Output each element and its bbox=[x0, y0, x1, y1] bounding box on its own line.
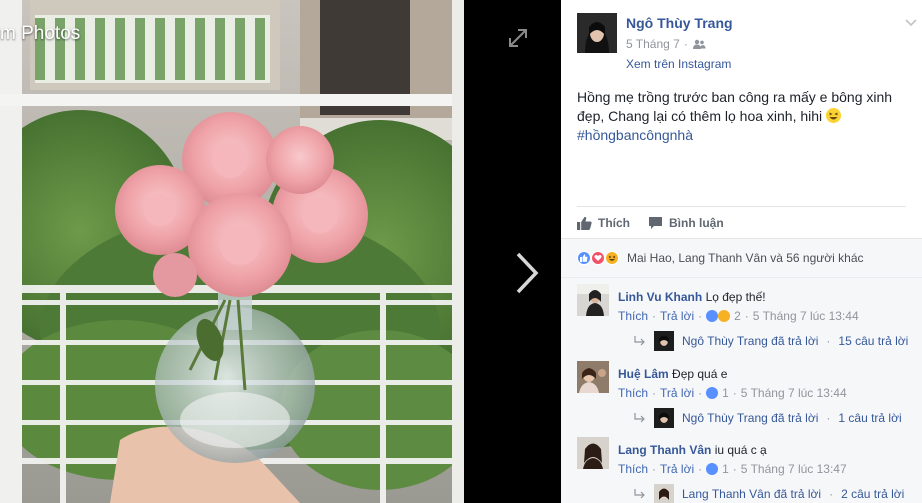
comment-button[interactable]: Bình luận bbox=[648, 216, 724, 230]
post-options-chevron-icon[interactable] bbox=[904, 17, 918, 29]
meta-separator: · bbox=[732, 386, 737, 400]
commenter-name[interactable]: Lang Thanh Vân bbox=[618, 443, 711, 457]
comment-meta: Thích · Trả lời · 1 · 5 Tháng 7 lúc 13:4… bbox=[618, 386, 847, 400]
comment-icon bbox=[649, 216, 662, 229]
reaction-count[interactable]: 1 bbox=[722, 462, 729, 476]
meta-separator: · bbox=[732, 462, 737, 476]
post-actions: Thích Bình luận bbox=[577, 206, 906, 236]
post-header: Ngô Thùy Trang 5 Tháng 7 · Xem trên Inst… bbox=[577, 13, 917, 73]
meta-separator: · bbox=[652, 309, 657, 323]
comment-line: Lang Thanh Vân iu quá c ạ bbox=[618, 443, 767, 457]
replier-avatar bbox=[654, 331, 674, 351]
expand-icon[interactable] bbox=[507, 27, 529, 49]
reactors-text[interactable]: Mai Hao, Lang Thanh Vân và 56 người khác bbox=[627, 251, 864, 265]
comment-time[interactable]: 5 Tháng 7 lúc 13:44 bbox=[741, 386, 847, 400]
reply-count[interactable]: 1 câu trả lời bbox=[838, 411, 901, 425]
like-label: Thích bbox=[598, 215, 630, 230]
album-title[interactable]: m Photos bbox=[0, 23, 80, 45]
comment-meta: Thích · Trả lời · 1 · 5 Tháng 7 lúc 13:4… bbox=[618, 462, 847, 476]
comments-list: Linh Vu Khanh Lọ đẹp thế! Thích · Trả lờ… bbox=[561, 278, 922, 503]
commenter-name[interactable]: Linh Vu Khanh bbox=[618, 290, 702, 304]
comment-meta: Thích · Trả lời · 2 · 5 Tháng 7 lúc 13:4… bbox=[618, 309, 859, 323]
meta-separator: · bbox=[744, 309, 749, 323]
author-name[interactable]: Ngô Thùy Trang bbox=[626, 15, 733, 31]
next-photo-button[interactable] bbox=[512, 250, 542, 296]
post-meta: 5 Tháng 7 · bbox=[626, 37, 706, 51]
meta-separator: · bbox=[698, 462, 703, 476]
comment-text: Đẹp quá e bbox=[672, 367, 728, 381]
chevron-right-icon bbox=[516, 252, 539, 294]
post-message: Hồng mẹ trồng trước ban công ra mấy e bô… bbox=[577, 89, 893, 124]
haha-reaction-icon bbox=[605, 251, 619, 265]
post-text: Hồng mẹ trồng trước ban công ra mấy e bô… bbox=[577, 88, 897, 145]
reply-arrow-icon bbox=[634, 489, 645, 499]
comment-line: Huệ Lâm Đẹp quá e bbox=[618, 367, 727, 381]
comment-line: Linh Vu Khanh Lọ đẹp thế! bbox=[618, 290, 766, 304]
comment-reply-link[interactable]: Trả lời bbox=[660, 309, 694, 323]
comment-like-link[interactable]: Thích bbox=[618, 309, 648, 323]
meta-separator: · bbox=[652, 386, 657, 400]
comment-text: iu quá c ạ bbox=[714, 443, 767, 457]
commenter-avatar[interactable] bbox=[577, 284, 609, 316]
replier-avatar bbox=[654, 408, 674, 428]
comment-time[interactable]: 5 Tháng 7 lúc 13:47 bbox=[741, 462, 847, 476]
meta-separator: · bbox=[829, 487, 834, 501]
reaction-count[interactable]: 2 bbox=[734, 309, 741, 323]
grinning-emoji-icon bbox=[826, 108, 842, 123]
comment-label: Bình luận bbox=[669, 215, 724, 230]
reply-arrow-icon bbox=[634, 336, 645, 346]
replier-avatar bbox=[654, 484, 674, 503]
replies-link[interactable]: Ngô Thùy Trang đã trả lời · 15 câu trả l… bbox=[634, 331, 908, 351]
photo-stage: m Photos bbox=[0, 0, 561, 503]
meta-separator: · bbox=[826, 334, 831, 348]
replies-link[interactable]: Ngô Thùy Trang đã trả lời · 1 câu trả lờ… bbox=[634, 408, 902, 428]
comment-text: Lọ đẹp thế! bbox=[705, 290, 766, 304]
reply-by-text[interactable]: Lang Thanh Vân đã trả lời bbox=[682, 487, 821, 501]
post-sidebar: Ngô Thùy Trang 5 Tháng 7 · Xem trên Inst… bbox=[561, 0, 922, 503]
like-reaction-icon bbox=[706, 310, 719, 322]
reaction-count[interactable]: 1 bbox=[722, 386, 729, 400]
meta-separator: · bbox=[698, 309, 703, 323]
comment-time[interactable]: 5 Tháng 7 lúc 13:44 bbox=[753, 309, 859, 323]
replies-link[interactable]: Lang Thanh Vân đã trả lời · 2 câu trả lờ… bbox=[634, 484, 904, 503]
like-reaction-icon bbox=[706, 463, 719, 475]
comment-reply-link[interactable]: Trả lời bbox=[660, 386, 694, 400]
post-photo[interactable] bbox=[0, 0, 464, 503]
love-reaction-icon bbox=[591, 251, 605, 265]
reply-by-text[interactable]: Ngô Thùy Trang đã trả lời bbox=[682, 411, 818, 425]
post-date[interactable]: 5 Tháng 7 bbox=[626, 37, 680, 51]
hashtag-link[interactable]: #hồngbancôngnhà bbox=[577, 127, 693, 143]
commenter-name[interactable]: Huệ Lâm bbox=[618, 367, 669, 381]
commenter-avatar[interactable] bbox=[577, 437, 609, 469]
author-avatar[interactable] bbox=[577, 13, 617, 53]
instagram-link[interactable]: Xem trên Instagram bbox=[626, 57, 731, 71]
wow-reaction-icon bbox=[718, 310, 731, 322]
like-reaction-icon bbox=[577, 251, 591, 265]
reply-arrow-icon bbox=[634, 413, 645, 423]
meta-separator: · bbox=[683, 37, 688, 51]
like-reaction-icon bbox=[706, 387, 719, 399]
meta-separator: · bbox=[698, 386, 703, 400]
comment-like-link[interactable]: Thích bbox=[618, 462, 648, 476]
reactions-summary: Mai Hao, Lang Thanh Vân và 56 người khác bbox=[561, 238, 922, 278]
meta-separator: · bbox=[652, 462, 657, 476]
meta-separator: · bbox=[826, 411, 831, 425]
comment-like-link[interactable]: Thích bbox=[618, 386, 648, 400]
reply-by-text[interactable]: Ngô Thùy Trang đã trả lời bbox=[682, 334, 818, 348]
like-button[interactable]: Thích bbox=[577, 216, 630, 230]
reply-count[interactable]: 2 câu trả lời bbox=[841, 487, 904, 501]
commenter-avatar[interactable] bbox=[577, 361, 609, 393]
reply-count[interactable]: 15 câu trả lời bbox=[838, 334, 908, 348]
friends-icon[interactable] bbox=[692, 39, 706, 49]
comment-reply-link[interactable]: Trả lời bbox=[660, 462, 694, 476]
thumbs-up-icon bbox=[577, 216, 592, 230]
